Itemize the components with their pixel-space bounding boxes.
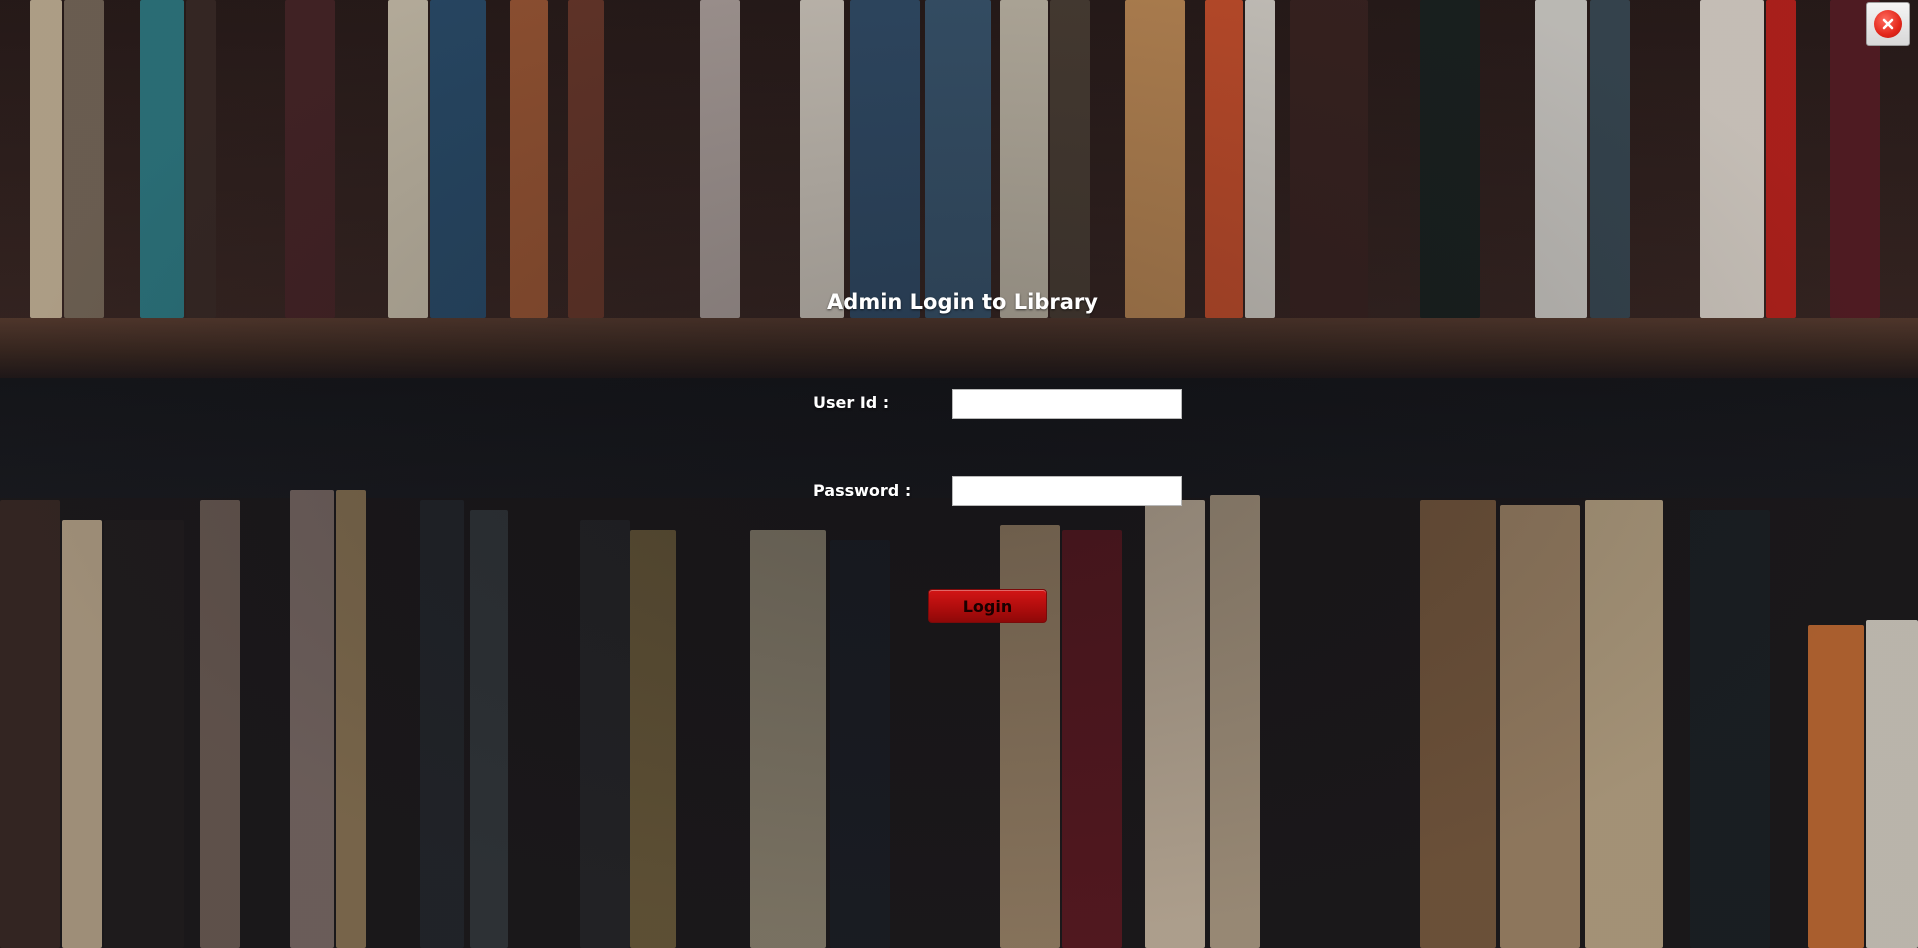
password-label: Password : [813, 481, 912, 500]
login-screen: Admin Login to Library User Id : Passwor… [0, 0, 1918, 948]
login-button[interactable]: Login [928, 589, 1047, 623]
user-id-label: User Id : [813, 393, 890, 412]
close-x-glyph [1882, 18, 1894, 30]
user-id-input[interactable] [952, 389, 1182, 419]
close-button[interactable] [1866, 2, 1910, 46]
background-overlay [0, 0, 1918, 948]
bookshelf-background [0, 0, 1918, 948]
password-input[interactable] [952, 476, 1182, 506]
page-title: Admin Login to Library [827, 290, 1098, 314]
close-icon [1874, 10, 1902, 38]
